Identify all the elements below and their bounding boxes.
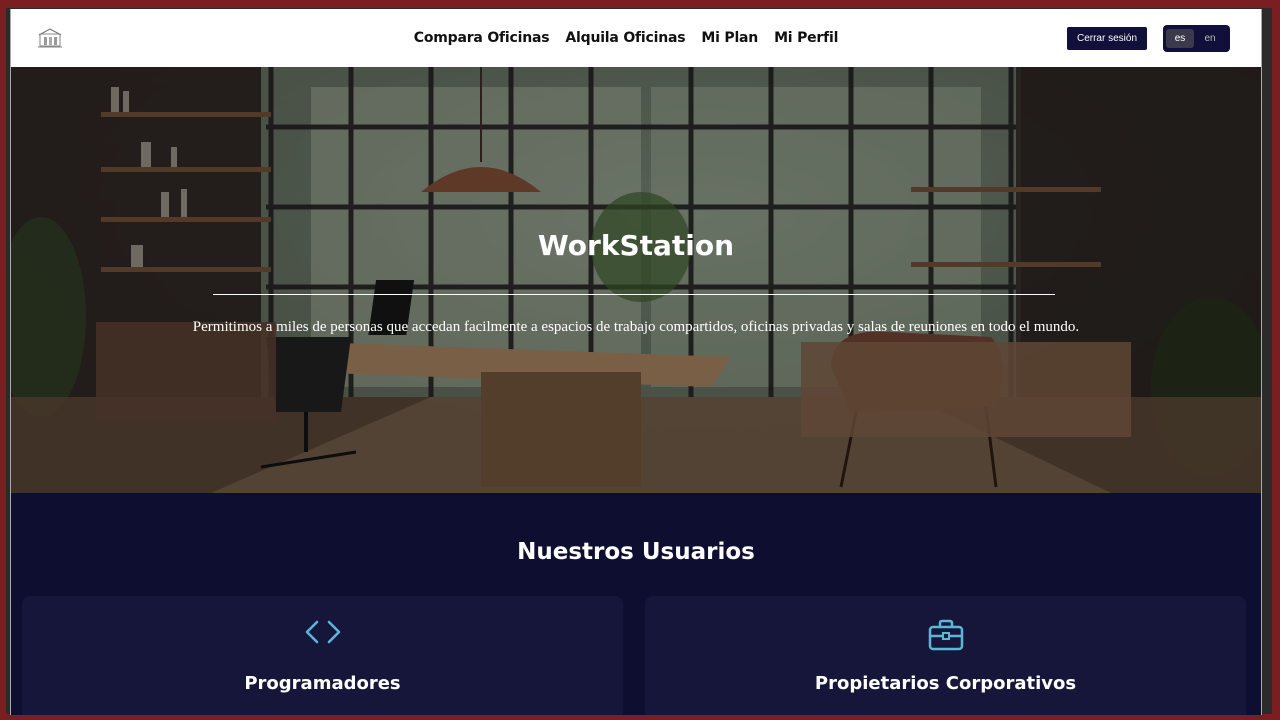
- language-option-en[interactable]: en: [1196, 29, 1224, 48]
- nav-my-plan[interactable]: Mi Plan: [701, 30, 758, 46]
- user-card-corporate-owners: Propietarios Corporativos: [645, 596, 1246, 715]
- users-section: Nuestros Usuarios Programadores Propieta…: [11, 493, 1261, 715]
- nav-rent-offices[interactable]: Alquila Oficinas: [565, 30, 685, 46]
- code-icon: [22, 618, 623, 646]
- nav-compare-offices[interactable]: Compara Oficinas: [414, 30, 550, 46]
- briefcase-icon: [645, 618, 1246, 652]
- user-card-title: Propietarios Corporativos: [814, 673, 1077, 694]
- user-card-programmers: Programadores: [22, 596, 623, 715]
- hero-subtitle: Permitimos a miles de personas que acced…: [192, 319, 1080, 335]
- hero-banner: WorkStation Permitimos a miles de person…: [11, 67, 1261, 493]
- navbar: Compara Oficinas Alquila Oficinas Mi Pla…: [11, 9, 1261, 67]
- language-option-es[interactable]: es: [1166, 29, 1194, 48]
- office-background-image: [11, 67, 1261, 493]
- browser-window: Compara Oficinas Alquila Oficinas Mi Pla…: [10, 9, 1262, 715]
- users-section-title: Nuestros Usuarios: [517, 539, 755, 565]
- nav-my-profile[interactable]: Mi Perfil: [774, 30, 838, 46]
- language-switch: es en: [1163, 25, 1230, 52]
- user-card-title: Programadores: [244, 673, 401, 694]
- hero-divider: [213, 294, 1055, 295]
- hero-title: WorkStation: [537, 229, 735, 262]
- logout-button[interactable]: Cerrar sesión: [1067, 27, 1147, 50]
